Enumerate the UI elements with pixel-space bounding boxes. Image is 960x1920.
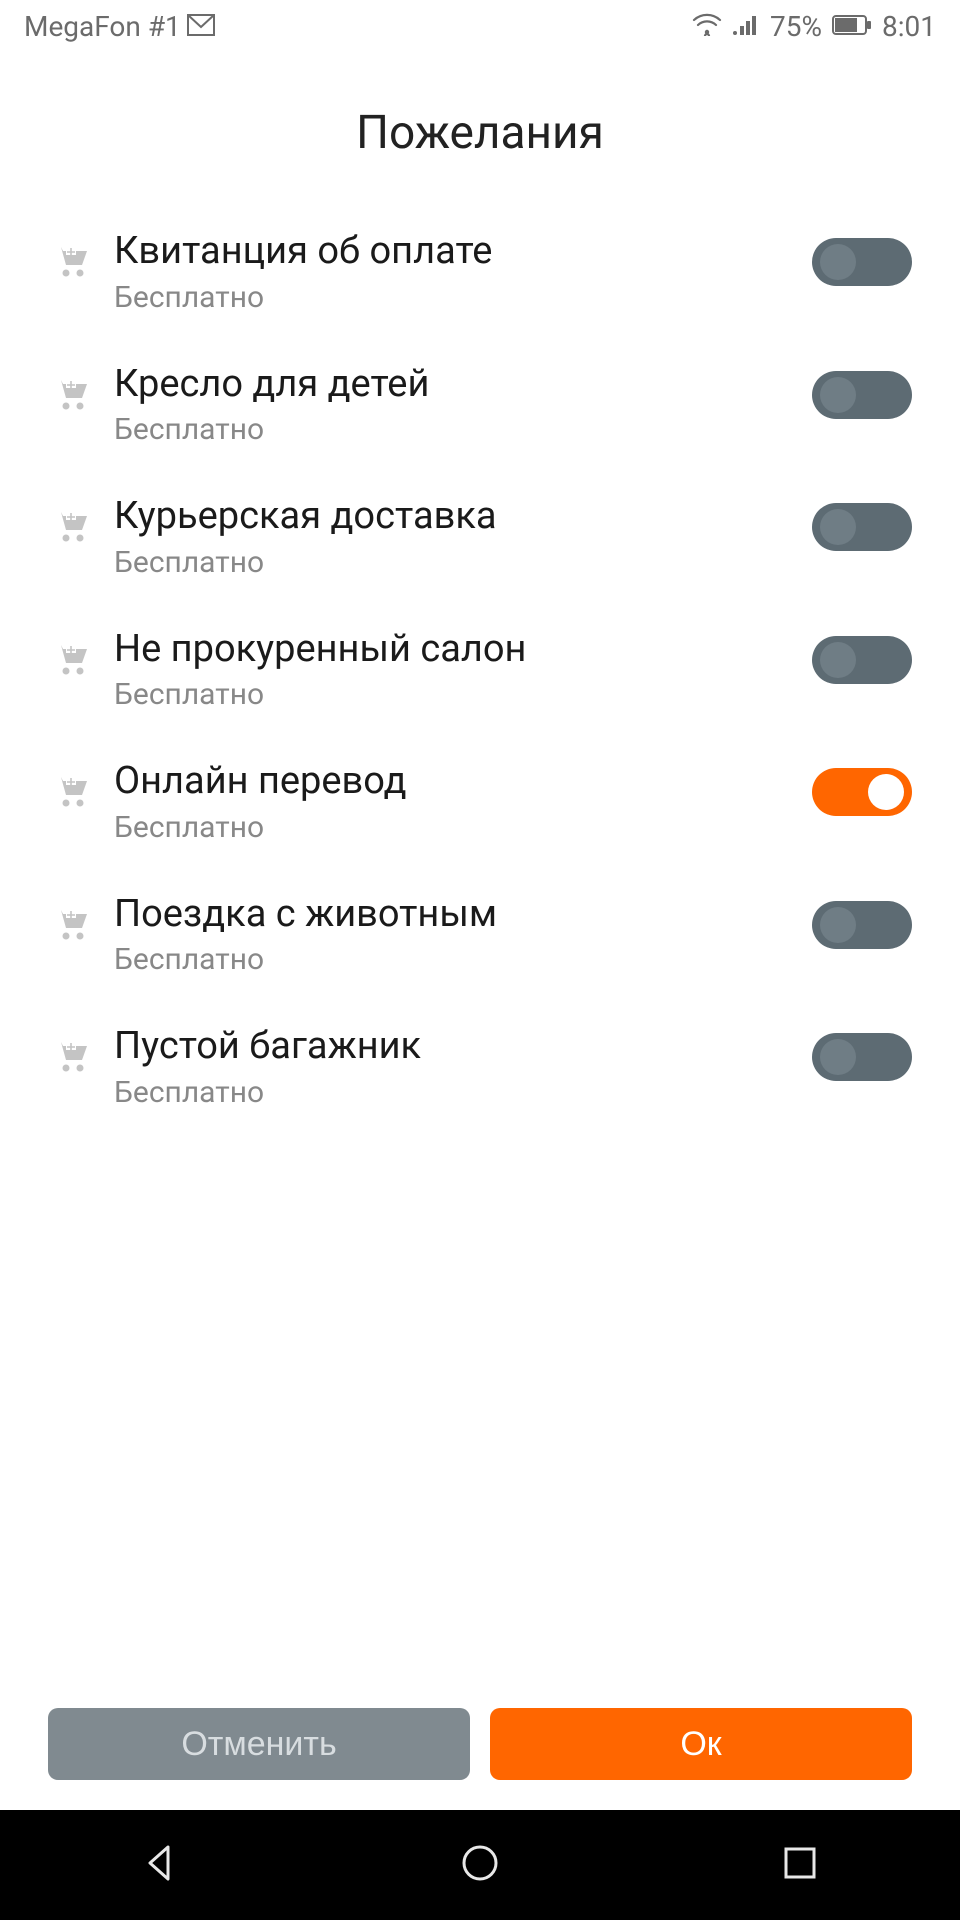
list-item-text: Поездка с животнымБесплатно [114,891,812,978]
cart-plus-icon [52,904,92,944]
list-item-subtitle: Бесплатно [114,1075,812,1110]
cancel-button[interactable]: Отменить [48,1708,470,1780]
cart-plus-icon [52,1036,92,1076]
cart-plus-icon [52,374,92,414]
footer: Отменить Ок [0,1708,960,1810]
ok-button[interactable]: Ок [490,1708,912,1780]
nav-home-icon[interactable] [458,1841,502,1889]
list-item-subtitle: Бесплатно [114,412,812,447]
battery-icon [832,10,872,43]
battery-percent: 75% [770,10,822,43]
list-item-subtitle: Бесплатно [114,942,812,977]
list-item: Не прокуренный салонБесплатно [52,608,912,741]
list-item-subtitle: Бесплатно [114,677,812,712]
list-item-title: Квитанция об оплате [114,228,812,276]
android-nav-bar [0,1810,960,1920]
toggle-switch[interactable] [812,238,912,286]
list-item: Квитанция об оплате Бесплатно [52,210,912,343]
list-item-text: Пустой багажник Бесплатно [114,1023,812,1110]
list-item-title: Курьерская доставка [114,493,812,541]
cart-plus-icon [52,241,92,281]
toggle-switch[interactable] [812,1033,912,1081]
list-item: Поездка с животнымБесплатно [52,873,912,1006]
status-bar: MegaFon #1 75% [0,0,960,52]
list-item-subtitle: Бесплатно [114,280,812,315]
toggle-switch[interactable] [812,503,912,551]
list-item-title: Кресло для детей [114,361,812,409]
list-item-subtitle: Бесплатно [114,545,812,580]
wifi-icon [692,10,722,43]
list-item: Кресло для детейБесплатно [52,343,912,476]
status-right: 75% 8:01 [692,10,936,43]
clock-label: 8:01 [882,10,936,43]
list-item-text: Не прокуренный салонБесплатно [114,626,812,713]
cart-plus-icon [52,506,92,546]
list-item-title: Пустой багажник [114,1023,812,1071]
carrier-label: MegaFon #1 [24,10,181,43]
toggle-switch[interactable] [812,768,912,816]
list-item-title: Не прокуренный салон [114,626,812,674]
nav-recent-icon[interactable] [778,1841,822,1889]
toggle-switch[interactable] [812,901,912,949]
list-item: Пустой багажник Бесплатно [52,1005,912,1138]
status-left: MegaFon #1 [24,10,215,43]
gmail-icon [187,10,215,43]
toggle-switch[interactable] [812,371,912,419]
preferences-list: Квитанция об оплатеБесплатноКресло для д… [0,210,960,1708]
list-item: Онлайн перевод Бесплатно [52,740,912,873]
nav-back-icon[interactable] [138,1841,182,1889]
signal-icon [732,10,760,43]
list-item-title: Поездка с животным [114,891,812,939]
cart-plus-icon [52,639,92,679]
toggle-switch[interactable] [812,636,912,684]
list-item-text: Квитанция об оплате Бесплатно [114,228,812,315]
list-item-text: Кресло для детейБесплатно [114,361,812,448]
list-item-text: Онлайн перевод Бесплатно [114,758,812,845]
cart-plus-icon [52,771,92,811]
page-title: Пожелания [0,52,960,210]
list-item-text: Курьерская доставка Бесплатно [114,493,812,580]
list-item-subtitle: Бесплатно [114,810,812,845]
list-item-title: Онлайн перевод [114,758,812,806]
list-item: Курьерская доставка Бесплатно [52,475,912,608]
